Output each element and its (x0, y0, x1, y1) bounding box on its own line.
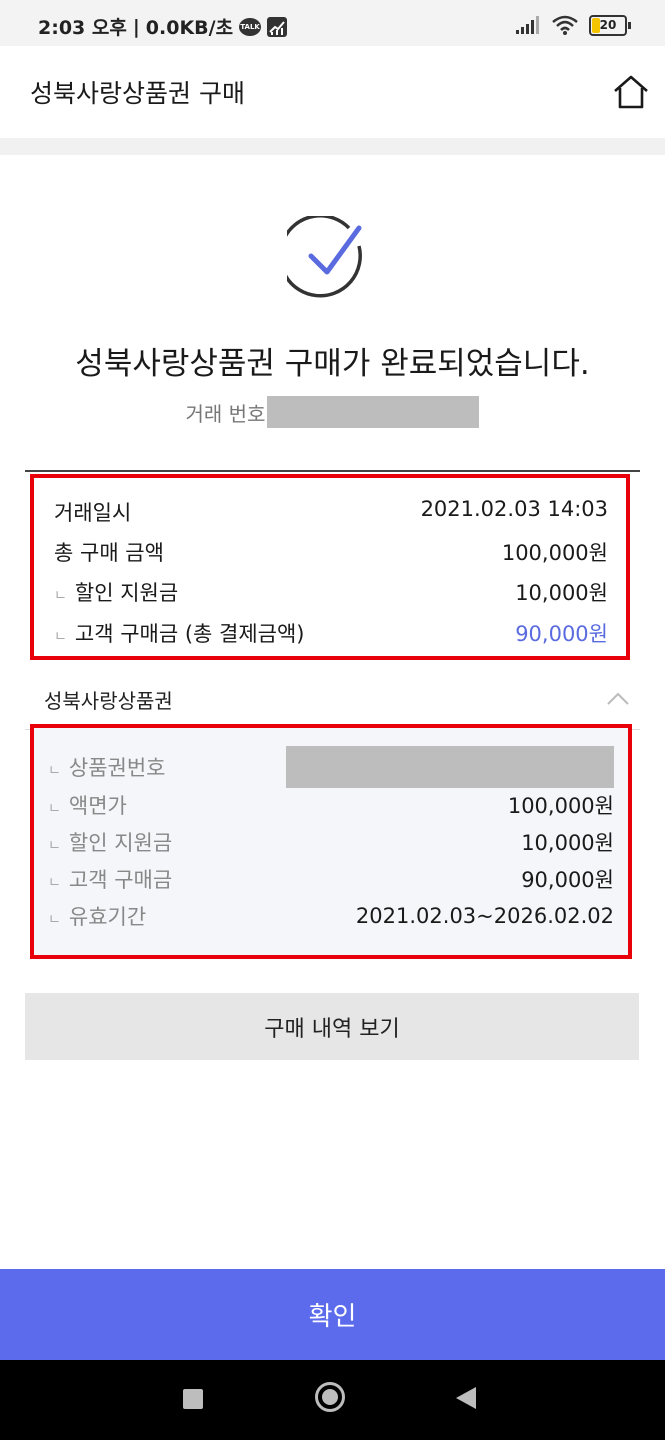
transaction-number-redacted (267, 396, 480, 428)
home-icon[interactable] (612, 74, 650, 110)
wifi-icon (552, 15, 578, 35)
stock-chart-icon (267, 16, 288, 37)
battery-icon: 20 (589, 14, 631, 36)
status-left: 2:03 오후 | 0.0KB/초 TALK (38, 13, 288, 40)
home-circle-icon[interactable] (315, 1382, 345, 1412)
summary-top-line (25, 470, 640, 472)
voucher-number-redacted (286, 746, 614, 788)
payment-summary: 거래일시 2021.02.03 14:03 총 구매 금액 100,000원 ㄴ… (30, 474, 630, 660)
signal-icon (516, 16, 539, 34)
voucher-row-customer-price: ㄴ 고객 구매금 90,000원 (48, 868, 614, 892)
voucher-row-validity: ㄴ 유효기간 2021.02.03~2026.02.02 (48, 904, 614, 929)
confirm-button[interactable]: 확인 (0, 1269, 665, 1360)
payment-amount: 90,000원 (515, 622, 608, 646)
summary-row-datetime: 거래일시 2021.02.03 14:03 (54, 497, 608, 525)
corner-mark: ㄴ (54, 629, 67, 645)
success-message: 성북사랑상품권 구매가 완료되었습니다. (75, 346, 590, 382)
status-right: 20 (515, 14, 631, 36)
recents-icon[interactable] (183, 1389, 203, 1409)
clock: 2:03 오후 (38, 17, 127, 39)
purchase-history-button[interactable]: 구매 내역 보기 (25, 993, 639, 1060)
voucher-section-title: 성북사랑상품권 (44, 689, 173, 713)
voucher-details: ㄴ 상품권번호 ㄴ 액면가 100,000원 ㄴ 할인 지원금 10,000원 ㄴ 고객… (30, 724, 632, 959)
chevron-up-icon[interactable] (606, 690, 630, 706)
page-title: 성북사랑상품권 구매 (30, 79, 245, 108)
summary-row-discount: ㄴ 할인 지원금 10,000원 (54, 581, 608, 605)
network-speed: 0.0KB/초 (145, 17, 234, 39)
voucher-row-number: ㄴ 상품권번호 (48, 746, 614, 788)
transaction-label: 거래 번호 (185, 401, 266, 426)
summary-row-total: 총 구매 금액 100,000원 (54, 541, 608, 565)
check-circle-icon (278, 214, 375, 304)
transaction-number-row: 거래 번호 (0, 396, 665, 428)
voucher-row-discount: ㄴ 할인 지원금 10,000원 (48, 831, 614, 855)
corner-mark: ㄴ (54, 588, 67, 604)
voucher-row-face-value: ㄴ 액면가 100,000원 (48, 794, 614, 818)
header-divider (0, 138, 665, 155)
summary-row-payment: ㄴ 고객 구매금 (총 결제금액) 90,000원 (54, 618, 608, 648)
back-icon[interactable] (456, 1387, 476, 1409)
kakaotalk-icon: TALK (239, 17, 262, 36)
